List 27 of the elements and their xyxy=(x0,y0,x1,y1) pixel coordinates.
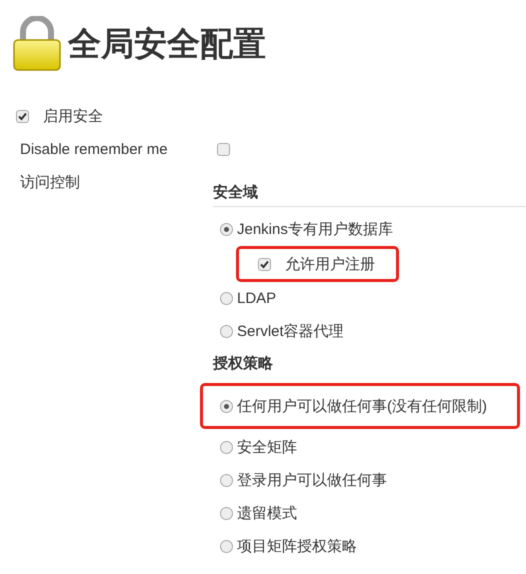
radio-button[interactable] xyxy=(220,540,233,553)
radio-label: 项目矩阵授权策略 xyxy=(237,537,357,556)
padlock-icon xyxy=(12,16,62,72)
radio-label: 遗留模式 xyxy=(237,504,297,523)
setting-label: 访问控制 xyxy=(20,174,80,191)
radio-button[interactable] xyxy=(220,474,233,487)
radio-button[interactable] xyxy=(220,507,233,520)
section-heading: 授权策略 xyxy=(213,354,274,374)
checkbox[interactable] xyxy=(217,142,230,156)
radio-label: 任何用户可以做任何事(没有任何限制) xyxy=(237,396,487,416)
radio-label: Jenkins专有用户数据库 xyxy=(237,220,393,239)
checkbox[interactable] xyxy=(16,110,29,122)
radio-label: Servlet容器代理 xyxy=(237,322,344,341)
checkbox-label: 允许用户注册 xyxy=(285,254,375,274)
radio-button[interactable] xyxy=(220,292,233,305)
page-title: 全局安全配置 xyxy=(68,24,266,64)
radio-button[interactable] xyxy=(220,400,233,412)
radio-button[interactable] xyxy=(220,325,233,338)
checkbox-label: 启用安全 xyxy=(43,106,103,126)
section-heading: 安全域 xyxy=(213,183,526,207)
radio-button[interactable] xyxy=(220,223,233,236)
radio-button[interactable] xyxy=(220,441,233,454)
setting-label: Disable remember me xyxy=(20,140,168,158)
radio-label: LDAP xyxy=(237,290,276,307)
checkbox[interactable] xyxy=(258,258,271,270)
radio-label: 安全矩阵 xyxy=(237,438,297,457)
radio-label: 登录用户可以做任何事 xyxy=(237,471,387,490)
